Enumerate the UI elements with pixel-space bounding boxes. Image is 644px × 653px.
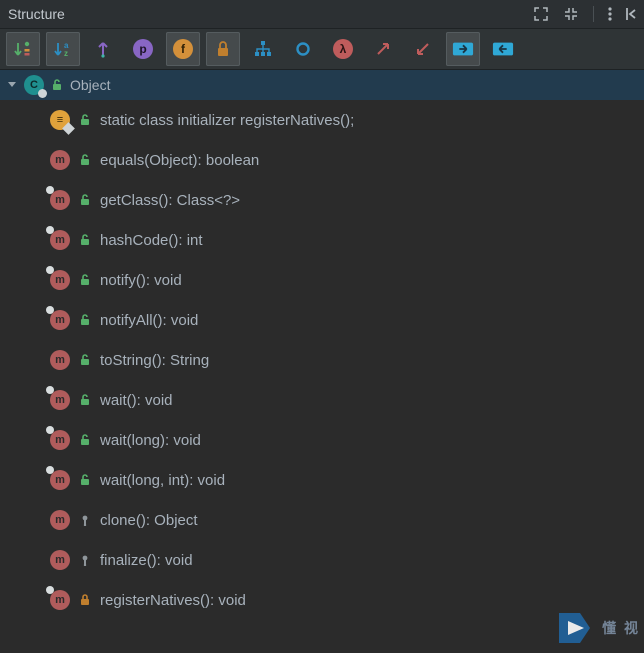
- separator: [593, 6, 594, 22]
- public-icon: [50, 79, 64, 91]
- autoscroll-to-source-button[interactable]: [446, 32, 480, 66]
- svg-text:z: z: [64, 49, 68, 58]
- method-icon: m: [50, 430, 70, 450]
- method-icon: m: [50, 590, 70, 610]
- show-nonpublic-button[interactable]: [206, 32, 240, 66]
- method-icon: m: [50, 470, 70, 490]
- class-icon: C: [24, 75, 44, 95]
- structure-toolbar: a z p f λ: [0, 28, 644, 70]
- public-icon: [78, 434, 92, 446]
- structure-tree[interactable]: C Object ≡ static class initializer regis…: [0, 70, 644, 620]
- member-signature: wait(): void: [100, 392, 173, 409]
- member-signature: notifyAll(): void: [100, 312, 198, 329]
- public-icon: [78, 394, 92, 406]
- member-signature: clone(): Object: [100, 512, 198, 529]
- public-icon: [78, 274, 92, 286]
- member-row[interactable]: m notifyAll(): void: [0, 300, 644, 340]
- show-circle-button[interactable]: [286, 32, 320, 66]
- panel-titlebar: Structure: [0, 0, 644, 28]
- member-signature: wait(long, int): void: [100, 472, 225, 489]
- expand-icon[interactable]: [533, 6, 549, 22]
- member-signature: finalize(): void: [100, 552, 193, 569]
- class-name: Object: [70, 77, 110, 93]
- watermark: 懂 视: [554, 607, 640, 649]
- titlebar-actions: [533, 6, 636, 22]
- member-row[interactable]: m hashCode(): int: [0, 220, 644, 260]
- collapse-icon[interactable]: [563, 6, 579, 22]
- collapse-all-button[interactable]: [406, 32, 440, 66]
- private-icon: [78, 594, 92, 606]
- member-signature: notify(): void: [100, 272, 182, 289]
- member-row[interactable]: m registerNatives(): void: [0, 580, 644, 620]
- member-signature: wait(long): void: [100, 432, 201, 449]
- member-row[interactable]: m notify(): void: [0, 260, 644, 300]
- method-icon: m: [50, 190, 70, 210]
- member-signature: registerNatives(): void: [100, 592, 246, 609]
- protected-icon: [78, 514, 92, 526]
- member-row[interactable]: m clone(): Object: [0, 500, 644, 540]
- member-row[interactable]: ≡ static class initializer registerNative…: [0, 100, 644, 140]
- chevron-down-icon[interactable]: [6, 77, 18, 93]
- expand-all-button[interactable]: [366, 32, 400, 66]
- public-icon: [78, 114, 92, 126]
- method-icon: m: [50, 270, 70, 290]
- member-row[interactable]: m wait(long): void: [0, 420, 644, 460]
- show-lambdas-button[interactable]: λ: [326, 32, 360, 66]
- member-signature: equals(Object): boolean: [100, 152, 259, 169]
- member-row[interactable]: m getClass(): Class<?>: [0, 180, 644, 220]
- member-row[interactable]: m wait(): void: [0, 380, 644, 420]
- member-row[interactable]: m equals(Object): boolean: [0, 140, 644, 180]
- show-properties-button[interactable]: p: [126, 32, 160, 66]
- public-icon: [78, 354, 92, 366]
- method-icon: m: [50, 310, 70, 330]
- autoscroll-from-source-button[interactable]: [486, 32, 520, 66]
- panel-title: Structure: [8, 6, 65, 22]
- show-fields-button[interactable]: f: [166, 32, 200, 66]
- public-icon: [78, 154, 92, 166]
- method-icon: m: [50, 510, 70, 530]
- public-icon: [78, 194, 92, 206]
- initializer-icon: ≡: [50, 110, 70, 130]
- hide-icon[interactable]: [626, 7, 636, 21]
- method-icon: m: [50, 150, 70, 170]
- member-signature: hashCode(): int: [100, 232, 203, 249]
- member-row[interactable]: m wait(long, int): void: [0, 460, 644, 500]
- method-icon: m: [50, 350, 70, 370]
- class-node[interactable]: C Object: [0, 70, 644, 100]
- sort-alphabetically-button[interactable]: a z: [46, 32, 80, 66]
- public-icon: [78, 314, 92, 326]
- sort-by-visibility-button[interactable]: [6, 32, 40, 66]
- protected-icon: [78, 554, 92, 566]
- member-signature: toString(): String: [100, 352, 209, 369]
- member-row[interactable]: m finalize(): void: [0, 540, 644, 580]
- method-icon: m: [50, 230, 70, 250]
- method-icon: m: [50, 390, 70, 410]
- more-icon[interactable]: [608, 7, 612, 21]
- watermark-text: 懂 视: [602, 618, 640, 638]
- public-icon: [78, 234, 92, 246]
- member-row[interactable]: m toString(): String: [0, 340, 644, 380]
- show-structure-button[interactable]: [246, 32, 280, 66]
- member-signature: getClass(): Class<?>: [100, 192, 240, 209]
- show-inherited-button[interactable]: [86, 32, 120, 66]
- method-icon: m: [50, 550, 70, 570]
- public-icon: [78, 474, 92, 486]
- member-signature: static class initializer registerNatives…: [100, 112, 354, 129]
